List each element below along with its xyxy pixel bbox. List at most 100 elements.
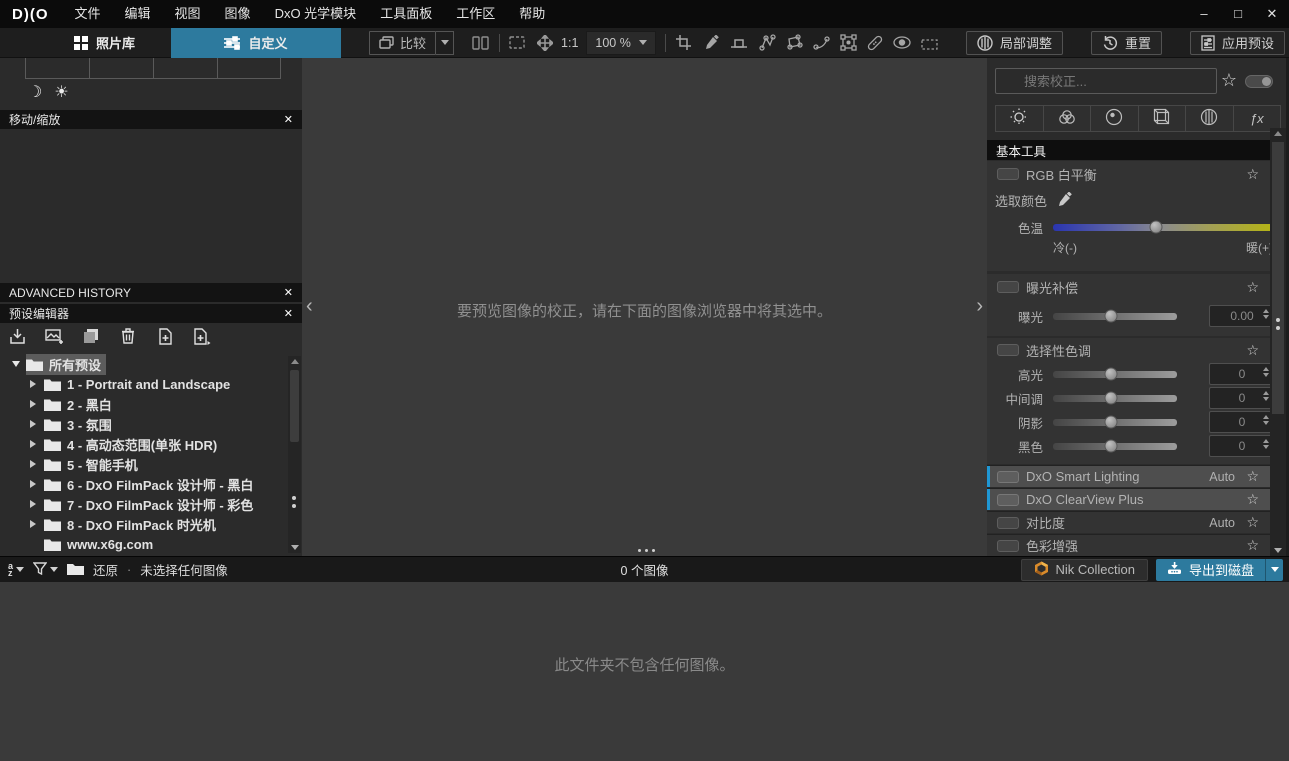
- preset-tree-item[interactable]: 1 - Portrait and Landscape: [0, 374, 284, 394]
- tool-row[interactable]: DxO Smart LightingAuto☆?: [987, 465, 1289, 487]
- close-button[interactable]: ✕: [1255, 0, 1289, 28]
- stepper-icon[interactable]: [1263, 367, 1269, 377]
- tool-checkbox[interactable]: [997, 517, 1019, 529]
- selection-icon[interactable]: [921, 36, 938, 50]
- exposure-slider[interactable]: [1053, 313, 1177, 320]
- 阴影-slider[interactable]: [1053, 419, 1177, 426]
- menu-item[interactable]: DxO 光学模块: [263, 0, 369, 28]
- control-polygon-icon[interactable]: [786, 34, 803, 51]
- right-panel-scrollbar[interactable]: [1270, 128, 1286, 556]
- color-picker-icon[interactable]: [1056, 192, 1072, 208]
- 黑色-slider[interactable]: [1053, 443, 1177, 450]
- crop-icon[interactable]: [675, 34, 692, 51]
- expand-arrow-icon[interactable]: [30, 440, 40, 448]
- new-preset-menu-icon[interactable]: [191, 325, 213, 347]
- highlight-clipping-icon[interactable]: ☀: [54, 82, 68, 102]
- star-icon[interactable]: ☆: [1246, 342, 1259, 359]
- active-corrections-toggle[interactable]: [1245, 75, 1273, 88]
- nik-collection-button[interactable]: Nik Collection: [1021, 559, 1148, 581]
- search-corrections-input[interactable]: [995, 68, 1217, 94]
- selective-tone-checkbox[interactable]: [997, 344, 1019, 356]
- category-tab-color[interactable]: [1044, 105, 1092, 132]
- pan-icon[interactable]: [537, 35, 553, 51]
- slider-handle[interactable]: [1105, 440, 1118, 453]
- value-input[interactable]: 0: [1209, 411, 1275, 433]
- minimize-button[interactable]: –: [1187, 0, 1221, 28]
- slider-handle[interactable]: [1105, 392, 1118, 405]
- stepper-icon[interactable]: [1263, 309, 1269, 319]
- close-icon[interactable]: ✕: [284, 307, 293, 320]
- control-line-icon[interactable]: [813, 34, 830, 51]
- export-options-dropdown[interactable]: [1265, 559, 1283, 581]
- compare-dropdown[interactable]: [436, 31, 454, 55]
- import-preset-icon[interactable]: [6, 325, 28, 347]
- compare-button[interactable]: 比较: [369, 31, 436, 55]
- exposure-checkbox[interactable]: [997, 281, 1019, 293]
- temperature-slider-handle[interactable]: [1150, 221, 1163, 234]
- heal-icon[interactable]: [867, 35, 883, 51]
- preset-tree-item[interactable]: 5 - 智能手机: [0, 454, 284, 474]
- collapse-right-panel-icon[interactable]: ›: [976, 296, 983, 316]
- star-icon[interactable]: ☆: [1246, 166, 1259, 183]
- tool-checkbox[interactable]: [997, 540, 1019, 552]
- star-icon[interactable]: ☆: [1246, 279, 1259, 296]
- menu-item[interactable]: 图像: [213, 0, 263, 28]
- preset-tree-item[interactable]: 4 - 高动态范围(单张 HDR): [0, 434, 284, 454]
- zoom-level-select[interactable]: 100 %: [586, 31, 655, 55]
- menu-item[interactable]: 编辑: [113, 0, 163, 28]
- folder-icon[interactable]: [67, 562, 84, 578]
- preset-tree-item[interactable]: www.x6g.com: [0, 534, 284, 554]
- apply-preset-button[interactable]: 应用预设: [1190, 31, 1285, 55]
- maximize-button[interactable]: □: [1221, 0, 1255, 28]
- red-eye-icon[interactable]: [893, 36, 911, 49]
- exposure-slider-handle[interactable]: [1105, 310, 1118, 323]
- export-to-disk-button[interactable]: 导出到磁盘: [1156, 559, 1283, 581]
- shadow-clipping-icon[interactable]: ☽: [28, 82, 42, 102]
- close-icon[interactable]: ✕: [284, 113, 293, 126]
- menu-item[interactable]: 工具面板: [368, 0, 444, 28]
- tool-row[interactable]: DxO ClearView Plus☆?: [987, 488, 1289, 510]
- expand-arrow-icon[interactable]: [30, 460, 40, 468]
- slider-handle[interactable]: [1105, 368, 1118, 381]
- category-tab-geometry[interactable]: [1139, 105, 1187, 132]
- category-tab-local-adjustments[interactable]: [1186, 105, 1234, 132]
- transform-icon[interactable]: [840, 34, 857, 51]
- value-input[interactable]: 0: [1209, 387, 1275, 409]
- preset-tree-item[interactable]: 所有预设: [0, 354, 284, 374]
- sort-button[interactable]: az: [8, 563, 24, 577]
- tool-row[interactable]: 对比度Auto☆?: [987, 511, 1289, 533]
- preset-tree-item[interactable]: 6 - DxO FilmPack 设计师 - 黑白: [0, 474, 284, 494]
- browser-splitter-handle[interactable]: [645, 549, 648, 552]
- collapse-arrow-icon[interactable]: [12, 361, 22, 367]
- value-input[interactable]: 0: [1209, 363, 1275, 385]
- stepper-icon[interactable]: [1263, 439, 1269, 449]
- tool-row[interactable]: 色彩增强☆?: [987, 534, 1289, 556]
- stepper-icon[interactable]: [1263, 391, 1269, 401]
- preset-tree-item[interactable]: 7 - DxO FilmPack 设计师 - 彩色: [0, 494, 284, 514]
- expand-arrow-icon[interactable]: [30, 520, 40, 528]
- expand-arrow-icon[interactable]: [30, 380, 40, 388]
- value-input[interactable]: 0: [1209, 435, 1275, 457]
- stepper-icon[interactable]: [1263, 415, 1269, 425]
- delete-preset-icon[interactable]: [117, 325, 139, 347]
- preset-tree-item[interactable]: 8 - DxO FilmPack 时光机: [0, 514, 284, 534]
- star-icon[interactable]: ☆: [1246, 537, 1259, 554]
- tab-photo-library[interactable]: 照片库: [38, 28, 171, 58]
- expand-arrow-icon[interactable]: [30, 500, 40, 508]
- star-icon[interactable]: ☆: [1246, 491, 1259, 508]
- eyedropper-icon[interactable]: [703, 35, 719, 51]
- star-icon[interactable]: ☆: [1246, 468, 1259, 485]
- control-points-icon[interactable]: [759, 34, 776, 51]
- menu-item[interactable]: 文件: [63, 0, 113, 28]
- local-adjustments-button[interactable]: 局部调整: [966, 31, 1063, 55]
- temperature-slider[interactable]: [1053, 224, 1273, 231]
- create-preset-from-image-icon[interactable]: [43, 325, 65, 347]
- split-view-icon[interactable]: [472, 36, 490, 50]
- 中间调-slider[interactable]: [1053, 395, 1177, 402]
- duplicate-preset-icon[interactable]: [80, 325, 102, 347]
- preset-tree-item[interactable]: 2 - 黑白: [0, 394, 284, 414]
- slider-handle[interactable]: [1105, 416, 1118, 429]
- close-icon[interactable]: ✕: [284, 286, 293, 299]
- menu-item[interactable]: 帮助: [507, 0, 557, 28]
- filter-button[interactable]: [33, 562, 58, 578]
